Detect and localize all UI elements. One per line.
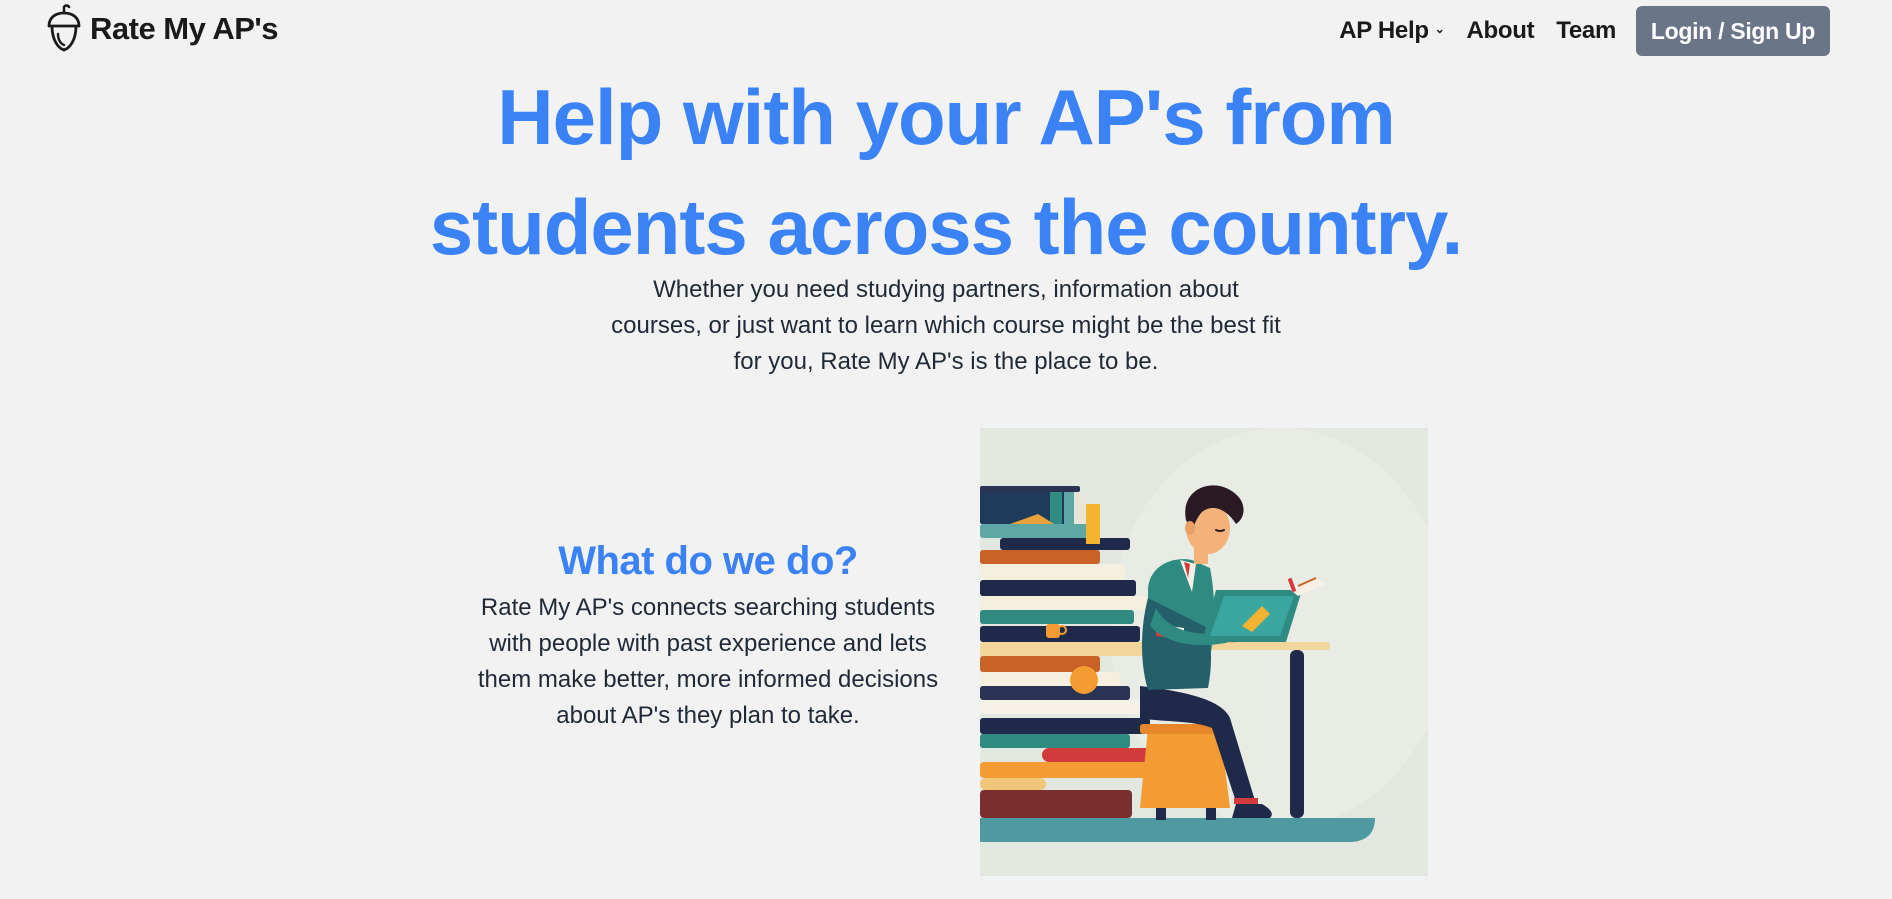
student-illustration-art [980,428,1428,876]
brand-name: Rate My AP's [90,11,279,46]
top-navbar: Rate My AP's AP Help ⌄ About Team Login … [0,0,1892,62]
nav-links: AP Help ⌄ About Team Login / Sign Up [1339,6,1830,56]
brand-home-link[interactable]: Rate My AP's [44,4,279,54]
what-we-do-body: Rate My AP's connects searching students… [477,594,939,729]
hero-title-line-1: Help with your AP's from [497,73,1395,161]
hero-title: Help with your AP's from students across… [346,62,1546,282]
hero-subtitle: Whether you need studying partners, info… [611,276,1281,375]
student-studying-illustration [980,428,1428,876]
nav-team-link[interactable]: Team [1556,17,1616,45]
acorn-icon [47,4,81,52]
what-we-do-heading: What do we do? [558,539,858,583]
nav-ap-help-label: AP Help [1339,17,1429,44]
chevron-down-icon: ⌄ [1434,22,1445,36]
hero-title-line-2: students across the country. [429,183,1463,271]
login-signup-button[interactable]: Login / Sign Up [1636,6,1830,56]
what-we-do-section: What do we do? Rate My AP's connects sea… [470,536,946,734]
nav-about-link[interactable]: About [1466,17,1534,45]
nav-ap-help-dropdown[interactable]: AP Help ⌄ [1339,17,1445,45]
